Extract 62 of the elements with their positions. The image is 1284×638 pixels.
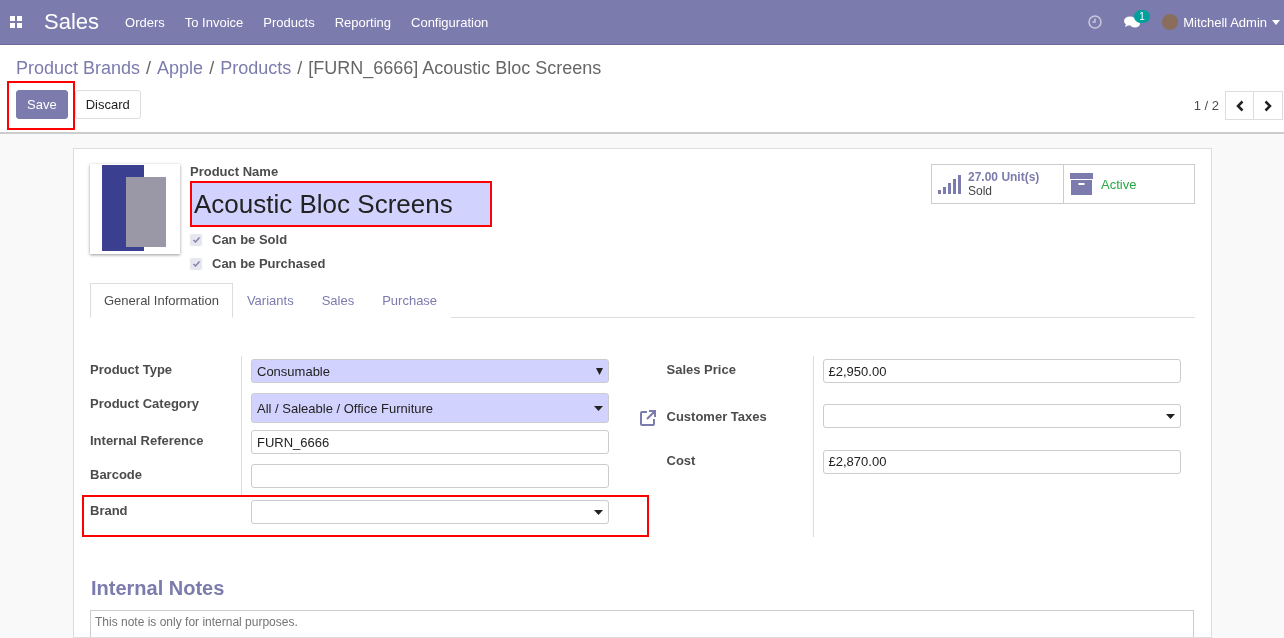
field-label: Product Category: [90, 396, 200, 411]
breadcrumb-link[interactable]: Products: [220, 57, 292, 79]
notification-badge: 1: [1134, 9, 1150, 23]
checkmark-icon: [192, 260, 200, 267]
field-label: Cost: [666, 452, 696, 468]
breadcrumb-separator: /: [146, 57, 152, 79]
caret-icon: [594, 509, 603, 515]
product-name-input[interactable]: Acoustic Bloc Screens: [192, 183, 490, 225]
caret-icon: [594, 405, 603, 411]
menu-item[interactable]: Orders: [125, 14, 165, 30]
breadcrumb-current: [FURN_6666] Acoustic Bloc Screens: [308, 57, 602, 79]
field-label: Customer Taxes: [666, 409, 767, 425]
dropdown-field[interactable]: All / Saleable / Office Furniture: [251, 393, 609, 423]
external-link-icon[interactable]: [638, 409, 657, 428]
clock-icon[interactable]: [1088, 15, 1103, 29]
pager-counter: 1 / 2: [1193, 98, 1219, 113]
dropdown-field[interactable]: Consumable: [251, 359, 609, 383]
section-title: Internal Notes: [91, 577, 226, 600]
notes-field[interactable]: This note is only for internal purposes.: [90, 610, 1194, 637]
stat-label: Sold: [968, 184, 994, 198]
menu-item[interactable]: Products: [263, 14, 315, 30]
caret-icon[interactable]: [1272, 19, 1280, 25]
checkbox-label: Can be Purchased: [212, 256, 326, 271]
user-name[interactable]: Mitchell Admin: [1183, 14, 1267, 30]
field-label: Sales Price: [666, 362, 736, 377]
archive-box-icon: [1070, 173, 1093, 195]
next-button[interactable]: [1254, 91, 1283, 120]
input-field[interactable]: [251, 464, 609, 488]
field-label: Product Name: [190, 164, 280, 179]
field-label: Barcode: [90, 467, 143, 482]
save-button[interactable]: Save: [16, 90, 68, 119]
bar-chart-icon: [938, 174, 962, 194]
field-label: Internal Reference: [90, 433, 204, 448]
chevron-left-icon: [1235, 99, 1244, 112]
apps-grid-icon[interactable]: [10, 16, 22, 28]
previous-button[interactable]: [1225, 91, 1254, 120]
app-title: Sales: [44, 9, 100, 35]
input-field[interactable]: £2,950.00: [822, 359, 1181, 383]
field-label: Product Type: [90, 362, 173, 377]
field-label: Brand: [90, 503, 128, 518]
caret-icon: [1165, 413, 1175, 419]
discard-button[interactable]: Discard: [74, 90, 141, 119]
input-field[interactable]: £2,870.00: [822, 449, 1181, 474]
breadcrumb-separator: /: [209, 57, 215, 79]
breadcrumb-link[interactable]: Apple: [157, 57, 204, 79]
checkbox[interactable]: [190, 233, 202, 246]
input-field[interactable]: FURN_6666: [251, 430, 609, 454]
menu-item[interactable]: Configuration: [411, 14, 489, 30]
dropdown-arrow-icon: [596, 367, 603, 375]
checkbox[interactable]: [190, 257, 202, 270]
dropdown-field[interactable]: [822, 404, 1181, 429]
breadcrumb-separator: /: [297, 57, 303, 79]
stat-label: Active: [1101, 176, 1137, 192]
chevron-right-icon: [1264, 99, 1272, 112]
checkbox-label: Can be Sold: [212, 232, 288, 247]
menu-item[interactable]: Reporting: [334, 14, 391, 30]
tab[interactable]: General Information: [90, 283, 233, 318]
dropdown-field[interactable]: [251, 500, 609, 524]
checkmark-icon: [192, 236, 200, 243]
breadcrumb-link[interactable]: Product Brands: [16, 57, 141, 79]
menu-item[interactable]: To Invoice: [184, 14, 244, 30]
stat-value: 27.00 Unit(s): [968, 170, 1040, 184]
